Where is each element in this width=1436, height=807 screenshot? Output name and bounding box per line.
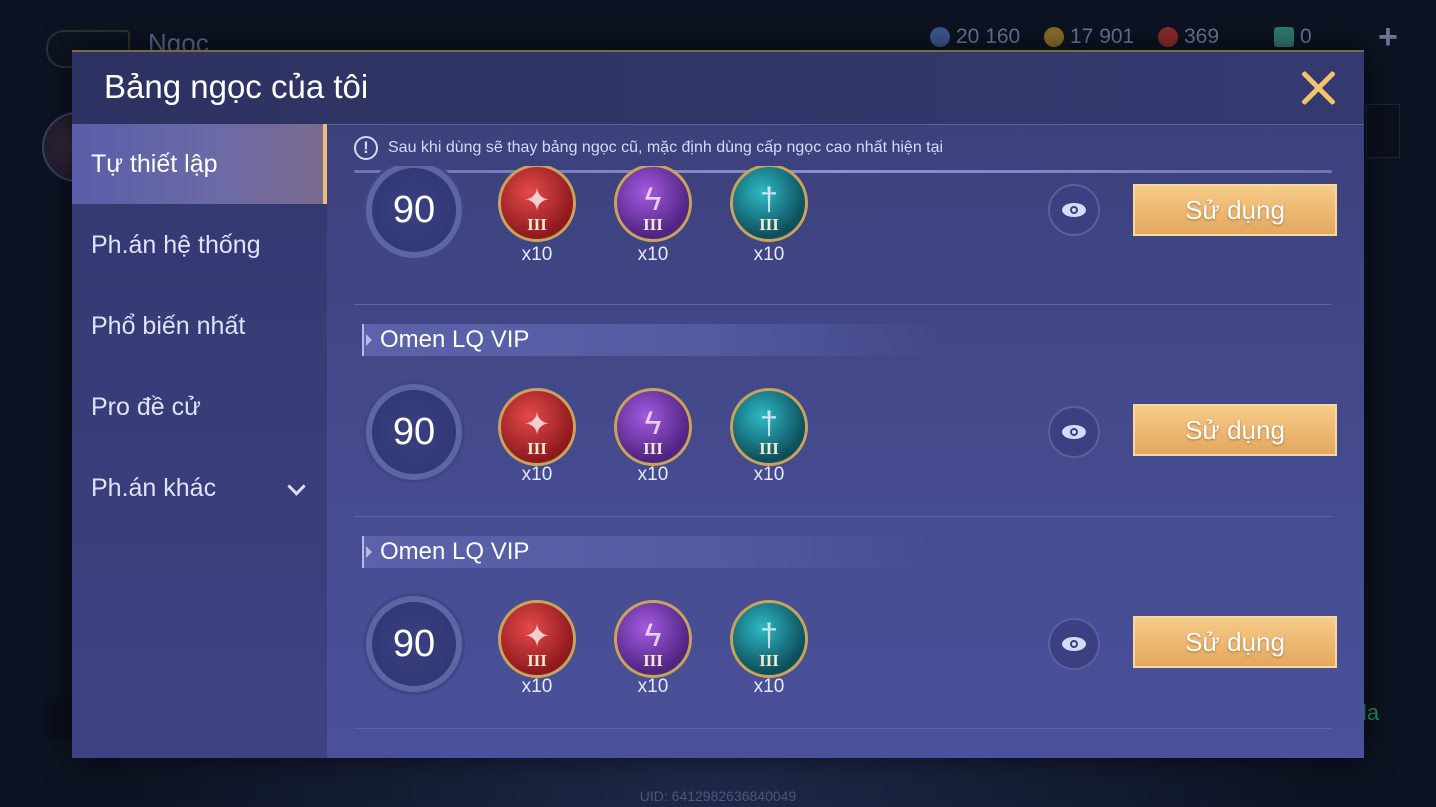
- rune-tier: III: [527, 651, 547, 670]
- rune-tier: III: [759, 215, 779, 234]
- partial-label: la: [1362, 700, 1380, 725]
- gold-coin-icon: [1044, 27, 1064, 47]
- close-icon[interactable]: [1298, 68, 1338, 108]
- notice: ! Sau khi dùng sẽ thay bảng ngọc cũ, mặc…: [354, 134, 943, 162]
- sidebar-item-label: Ph.án hệ thống: [91, 230, 261, 259]
- currency-gem: 369: [1158, 22, 1219, 52]
- currency-value: 20 160: [956, 25, 1021, 48]
- level-badge: 90: [366, 384, 462, 480]
- teal-rune-icon: † III: [730, 388, 808, 466]
- rune-count: x10: [637, 464, 669, 485]
- eye-icon: [1062, 637, 1086, 651]
- teal-rune-icon: † III: [730, 600, 808, 678]
- divider: [354, 516, 1332, 517]
- red-rune-icon: ✦ III: [498, 600, 576, 678]
- sidebar-item-system[interactable]: Ph.án hệ thống: [72, 205, 327, 285]
- rune-tier: III: [527, 215, 547, 234]
- add-currency-button[interactable]: +: [1378, 18, 1398, 57]
- uid-label: UID: 6412982636840049: [639, 788, 797, 804]
- card-icon: [1274, 27, 1294, 47]
- sidebar-item-pro[interactable]: Pro đề cử: [72, 367, 327, 447]
- preview-button[interactable]: [1048, 184, 1100, 236]
- info-icon: !: [354, 136, 378, 160]
- red-gem-icon: [1158, 27, 1178, 47]
- rune-count: x10: [637, 244, 669, 265]
- rune-page-row: 90 ✦ III x10 ϟ III x10 † III x10 Sử dụng: [330, 166, 1364, 286]
- currency-gold: 17 901: [1044, 22, 1134, 52]
- sidebar: Tự thiết lập Ph.án hệ thống Phổ biến nhấ…: [72, 124, 327, 758]
- red-rune-icon: ✦ III: [498, 388, 576, 466]
- rune-tier: III: [527, 439, 547, 458]
- use-button[interactable]: Sử dụng: [1133, 616, 1337, 668]
- currency-value: 17 901: [1070, 25, 1135, 48]
- sidebar-item-other[interactable]: Ph.án khác: [72, 448, 327, 528]
- level-badge: 90: [366, 166, 462, 258]
- rune-tier: III: [643, 215, 663, 234]
- preview-button[interactable]: [1048, 406, 1100, 458]
- divider: [354, 728, 1332, 729]
- divider: [354, 304, 1332, 305]
- rune-page-dialog: Bảng ngọc của tôi Tự thiết lập Ph.án hệ …: [72, 50, 1364, 758]
- teal-rune-icon: † III: [730, 166, 808, 242]
- sidebar-item-label: Ph.án khác: [91, 473, 217, 502]
- preview-button[interactable]: [1048, 618, 1100, 670]
- rune-tier: III: [759, 439, 779, 458]
- eye-icon: [1062, 203, 1086, 217]
- sidebar-item-popular[interactable]: Phổ biến nhất: [72, 286, 327, 366]
- purple-rune-icon: ϟ III: [614, 600, 692, 678]
- red-rune-icon: ✦ III: [498, 166, 576, 242]
- rune-page-row: 90 ✦ III x10 ϟ III x10 † III x10 Sử dụng: [330, 590, 1364, 700]
- rune-count: x10: [521, 676, 553, 697]
- rune-tier: III: [643, 439, 663, 458]
- level-badge: 90: [366, 596, 462, 692]
- currency-value: 369: [1184, 25, 1220, 48]
- currency-voucher: 20 160: [930, 22, 1020, 52]
- rune-page-name: Omen LQ VIP: [362, 536, 942, 568]
- chevron-down-icon: [287, 477, 306, 496]
- use-button[interactable]: Sử dụng: [1133, 184, 1337, 236]
- eye-icon: [1062, 425, 1086, 439]
- rune-count: x10: [521, 464, 553, 485]
- sidebar-item-label: Pro đề cử: [91, 392, 201, 421]
- side-panel-edge: [45, 697, 73, 741]
- dialog-header: Bảng ngọc của tôi: [72, 52, 1364, 125]
- rune-page-list[interactable]: ! Sau khi dùng sẽ thay bảng ngọc cũ, mặc…: [330, 124, 1364, 758]
- sidebar-item-custom[interactable]: Tự thiết lập: [72, 124, 327, 204]
- rune-tier: III: [643, 651, 663, 670]
- rune-tier: III: [759, 651, 779, 670]
- sidebar-item-label: Phổ biến nhất: [91, 311, 246, 340]
- currency-card: 0: [1274, 22, 1312, 52]
- blue-coin-icon: [930, 27, 950, 47]
- rune-count: x10: [753, 244, 785, 265]
- notice-text: Sau khi dùng sẽ thay bảng ngọc cũ, mặc đ…: [388, 139, 944, 156]
- sidebar-item-label: Tự thiết lập: [91, 149, 218, 178]
- use-button[interactable]: Sử dụng: [1133, 404, 1337, 456]
- currency-value: 0: [1300, 25, 1312, 48]
- rune-count: x10: [753, 676, 785, 697]
- purple-rune-icon: ϟ III: [614, 166, 692, 242]
- rune-count: x10: [637, 676, 669, 697]
- rune-page-name: Omen LQ VIP: [362, 324, 942, 356]
- rune-count: x10: [521, 244, 553, 265]
- purple-rune-icon: ϟ III: [614, 388, 692, 466]
- rune-count: x10: [753, 464, 785, 485]
- side-panel-edge: [1366, 104, 1400, 158]
- rune-page-row: 90 ✦ III x10 ϟ III x10 † III x10 Sử dụng: [330, 378, 1364, 488]
- dialog-title: Bảng ngọc của tôi: [104, 68, 369, 105]
